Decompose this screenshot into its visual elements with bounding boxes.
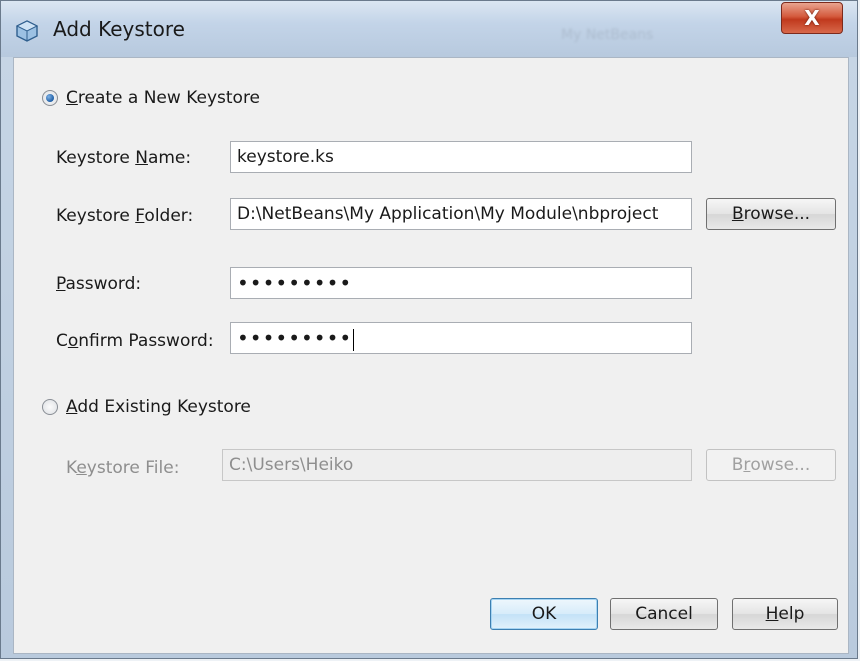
keystore-folder-label: Keystore Folder:: [56, 206, 194, 226]
add-keystore-dialog: Add Keystore My NetBeans X Create a New …: [0, 0, 858, 659]
create-keystore-radio[interactable]: Create a New Keystore: [42, 88, 260, 108]
confirm-password-label: Confirm Password:: [56, 331, 214, 351]
existing-keystore-radio[interactable]: Add Existing Keystore: [42, 397, 251, 417]
password-label: Password:: [56, 274, 142, 294]
password-input[interactable]: •••••••••: [230, 267, 692, 299]
cancel-button[interactable]: Cancel: [610, 598, 718, 630]
keystore-file-label: Keystore File:: [66, 458, 180, 478]
keystore-folder-input[interactable]: D:\NetBeans\My Application\My Module\nbp…: [230, 198, 692, 230]
background-window-title: My NetBeans: [561, 27, 654, 43]
browse-file-button[interactable]: Br owse...: [706, 449, 836, 481]
help-button[interactable]: Help: [732, 598, 838, 630]
keystore-name-input[interactable]: keystore.ks: [230, 141, 692, 173]
keystore-file-input[interactable]: C:\Users\Heiko: [222, 449, 692, 481]
text-caret: [353, 328, 355, 351]
existing-keystore-radio-label: Add Existing Keystore: [66, 397, 251, 417]
window-title: Add Keystore: [53, 17, 185, 41]
netbeans-cube-icon: [15, 20, 39, 42]
close-button[interactable]: X: [781, 2, 843, 34]
title-bar[interactable]: Add Keystore My NetBeans X: [1, 1, 857, 57]
dialog-content: Create a New Keystore Keystore Name: key…: [13, 57, 849, 654]
radio-selected-icon: [42, 90, 58, 106]
confirm-password-input[interactable]: •••••••••: [230, 322, 692, 354]
close-icon: X: [804, 6, 820, 30]
create-keystore-radio-label: Create a New Keystore: [66, 88, 261, 108]
radio-unselected-icon: [42, 399, 58, 415]
browse-folder-button[interactable]: Browse...: [706, 198, 836, 230]
keystore-name-label: Keystore Name:: [56, 148, 192, 168]
ok-button[interactable]: OK: [490, 598, 598, 630]
